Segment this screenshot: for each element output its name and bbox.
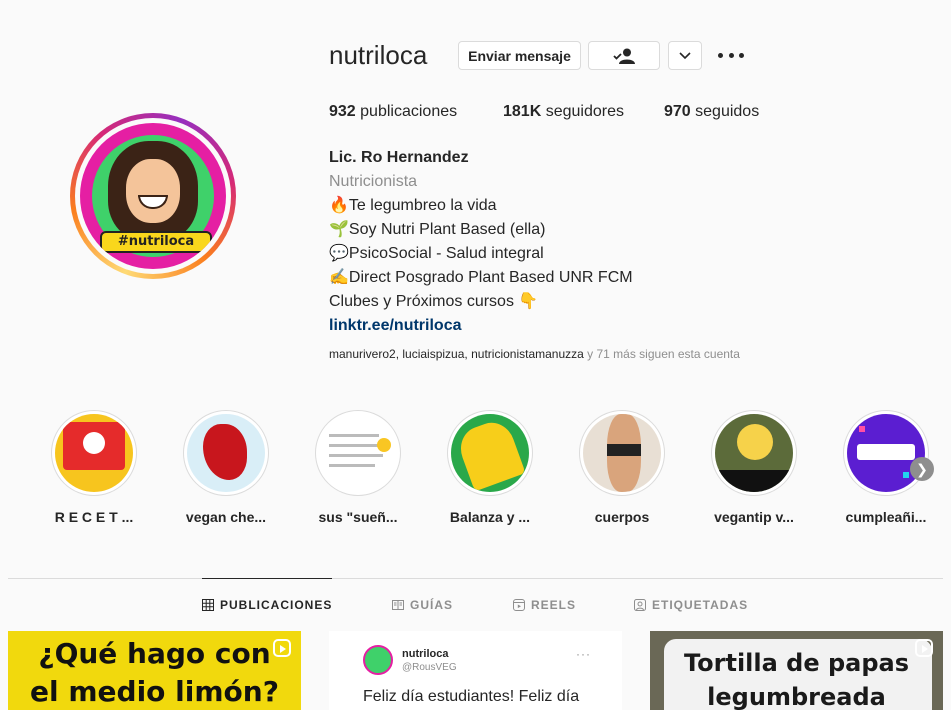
highlight-cover: [715, 414, 793, 492]
tweet-avatar: [363, 645, 393, 675]
user-check-icon: [613, 48, 635, 64]
highlight-label: vegan che...: [185, 509, 267, 525]
profile-username: nutriloca: [329, 40, 428, 70]
tweet-text: Feliz día estudiantes! Feliz día: [363, 688, 580, 705]
post-text: Tortilla de papas: [683, 649, 910, 677]
highlight-cover: [319, 414, 397, 492]
highlight-vegan[interactable]: vegan che...: [182, 410, 270, 525]
post-thumbnail[interactable]: Tortilla de papas legumbreada: [650, 631, 943, 710]
bio-category: Nutricionista: [329, 173, 418, 190]
reels-icon: [513, 599, 525, 611]
more-options-icon[interactable]: [718, 45, 744, 65]
bio-line: 🔥Te legumbreo la vida: [329, 197, 497, 214]
follower-name[interactable]: luciaispizua: [402, 347, 464, 361]
bio-line: Clubes y Próximos cursos 👇: [329, 293, 539, 310]
highlight-cover: [187, 414, 265, 492]
profile-avatar[interactable]: #nutriloca: [70, 113, 236, 279]
tabs-divider: [8, 578, 943, 579]
more-icon: ···: [576, 647, 591, 661]
highlight-label: cumpleañi...: [845, 509, 927, 525]
tab-etiquetadas[interactable]: ETIQUETADAS: [634, 598, 748, 612]
follower-name[interactable]: nutricionistamanuzza: [471, 347, 584, 361]
highlight-recetas[interactable]: R E C E T ...: [50, 410, 138, 525]
avatar-tag: #nutriloca: [100, 231, 212, 253]
grid-icon: [202, 599, 214, 611]
bio-line: ✍️Direct Posgrado Plant Based UNR FCM: [329, 269, 633, 286]
chevron-right-icon[interactable]: ❯: [910, 457, 934, 481]
following-stat[interactable]: 970 seguidos: [664, 103, 759, 121]
highlight-balanza[interactable]: Balanza y ...: [446, 410, 534, 525]
tweet-name: nutriloca: [402, 648, 449, 660]
posts-stat: 932 publicaciones: [329, 103, 458, 120]
reel-icon: [273, 639, 291, 657]
profile-bio: Lic. Ro Hernandez Nutricionista 🔥Te legu…: [329, 146, 633, 338]
followers-stat[interactable]: 181K seguidores: [503, 103, 624, 121]
bio-link[interactable]: linktr.ee/nutriloca: [329, 314, 633, 338]
highlight-label: vegantip v...: [714, 509, 794, 525]
highlight-cover: [451, 414, 529, 492]
tweet-handle: @RousVEG: [402, 662, 457, 673]
bio-line: 💬PsicoSocial - Salud integral: [329, 245, 544, 262]
highlight-cover: [583, 414, 661, 492]
followed-by[interactable]: manurivero2, luciaispizua, nutricionista…: [329, 347, 740, 361]
tab-reels[interactable]: REELS: [513, 598, 576, 612]
reel-icon: [915, 639, 933, 657]
send-message-button[interactable]: Enviar mensaje: [458, 41, 581, 70]
highlight-vegantip[interactable]: vegantip v...: [710, 410, 798, 525]
highlight-cover: [55, 414, 133, 492]
post-text: el medio limón?: [30, 675, 279, 708]
following-button[interactable]: [588, 41, 660, 70]
tab-guias[interactable]: GUÍAS: [392, 598, 453, 612]
post-text: legumbreada: [707, 683, 886, 710]
bio-line: 🌱Soy Nutri Plant Based (ella): [329, 221, 546, 238]
suggested-dropdown-button[interactable]: [668, 41, 702, 70]
highlight-label: cuerpos: [594, 509, 650, 525]
highlight-label: Balanza y ...: [449, 509, 531, 525]
highlight-label: sus "sueñ...: [318, 509, 398, 525]
highlight-label: R E C E T ...: [54, 509, 134, 525]
tab-publicaciones[interactable]: PUBLICACIONES: [202, 598, 332, 612]
chevron-down-icon: [679, 51, 691, 59]
post-thumbnail[interactable]: ¿Qué hago con el medio limón?: [8, 631, 301, 710]
post-text: ¿Qué hago con: [38, 637, 271, 670]
post-thumbnail[interactable]: nutriloca @RousVEG ··· Feliz día estudia…: [329, 631, 622, 710]
tab-active-indicator: [202, 578, 332, 579]
bio-name: Lic. Ro Hernandez: [329, 149, 469, 166]
highlight-suenos[interactable]: sus "sueñ...: [314, 410, 402, 525]
follower-name[interactable]: manurivero2: [329, 347, 396, 361]
tagged-icon: [634, 599, 646, 611]
highlight-cover: [847, 414, 925, 492]
highlight-cuerpos[interactable]: cuerpos: [578, 410, 666, 525]
guide-icon: [392, 600, 404, 610]
